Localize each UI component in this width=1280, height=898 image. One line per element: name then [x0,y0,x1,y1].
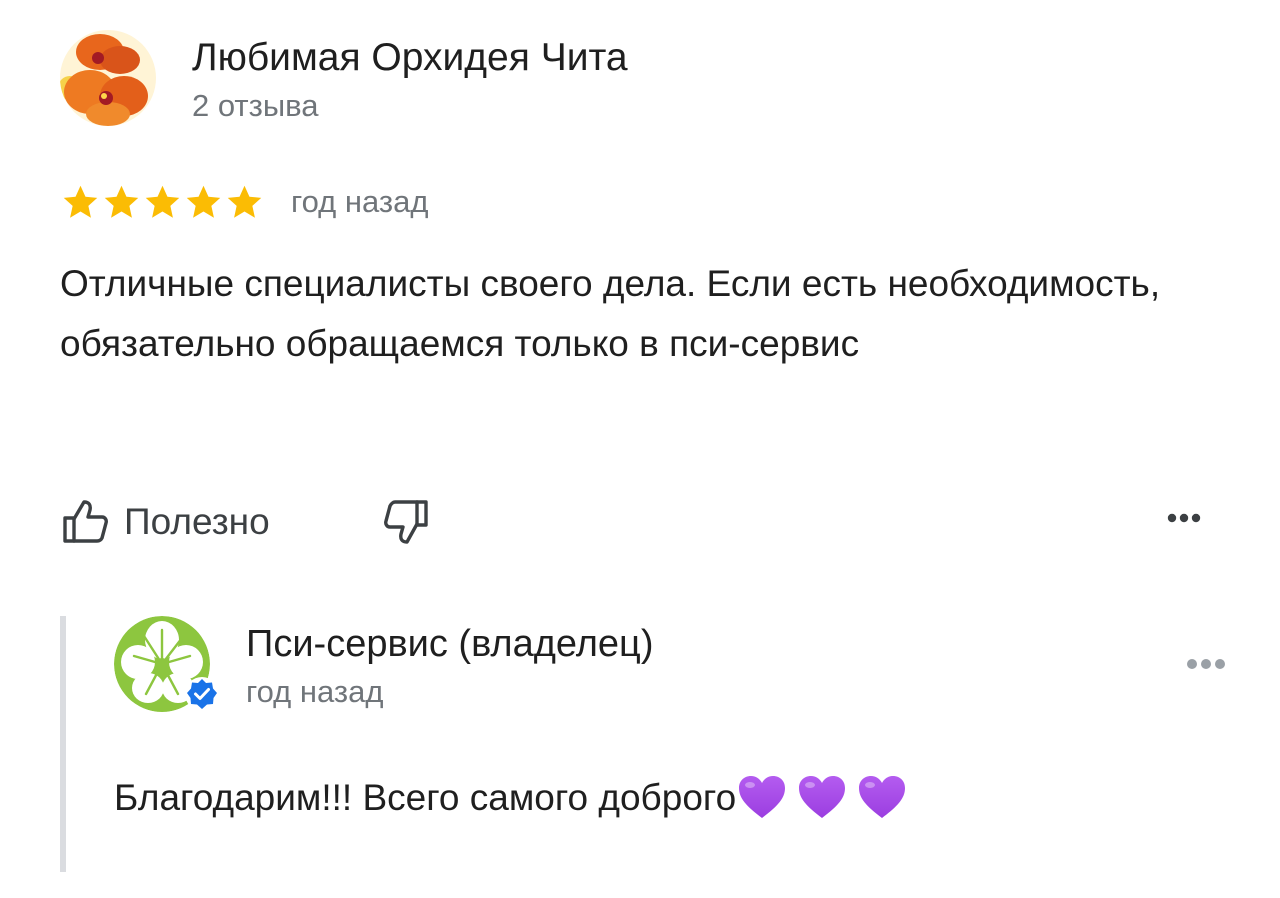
star-rating [60,182,265,223]
thumbs-up-icon [63,500,108,543]
purple-heart-icon [736,772,788,824]
star-icon [183,182,224,223]
star-icon [224,182,265,223]
reply-more-button[interactable] [1180,646,1232,682]
helpful-button[interactable]: Полезно [60,494,270,550]
more-horizontal-icon [1167,513,1201,523]
thumbs-down-icon [384,500,428,544]
review-more-button[interactable] [1160,502,1208,534]
reviewer-name[interactable]: Любимая Орхидея Чита [192,36,628,80]
orchid-avatar-image [60,30,156,126]
review-actions: Полезно [60,494,1220,550]
owner-name[interactable]: Пси-сервис (владелец) [246,622,653,666]
owner-avatar[interactable] [114,616,219,714]
star-icon [101,182,142,223]
reply-text: Благодарим!!! Всего самого доброго [114,777,737,818]
purple-heart-icon [856,772,908,824]
purple-heart-icon [796,772,848,824]
review-text: Отличные специалисты своего дела. Если е… [60,263,1161,364]
heart-emojis [736,772,916,824]
star-icon [60,182,101,223]
more-horizontal-icon [1187,659,1225,669]
reply-date: год назад [246,674,384,709]
not-helpful-button[interactable] [382,496,438,552]
rating-row: год назад [60,180,428,224]
review-date: год назад [291,184,429,219]
helpful-label: Полезно [124,501,270,542]
reply-indent-bar [60,616,66,872]
star-icon [142,182,183,223]
verified-badge-icon [184,676,220,712]
owner-reply: Пси-сервис (владелец) год назад Благодар… [60,616,1250,872]
reply-text-row: Благодарим!!! Всего самого доброго [114,768,916,828]
reviewer-avatar[interactable] [60,30,156,126]
reviewer-review-count: 2 отзыва [192,88,319,123]
